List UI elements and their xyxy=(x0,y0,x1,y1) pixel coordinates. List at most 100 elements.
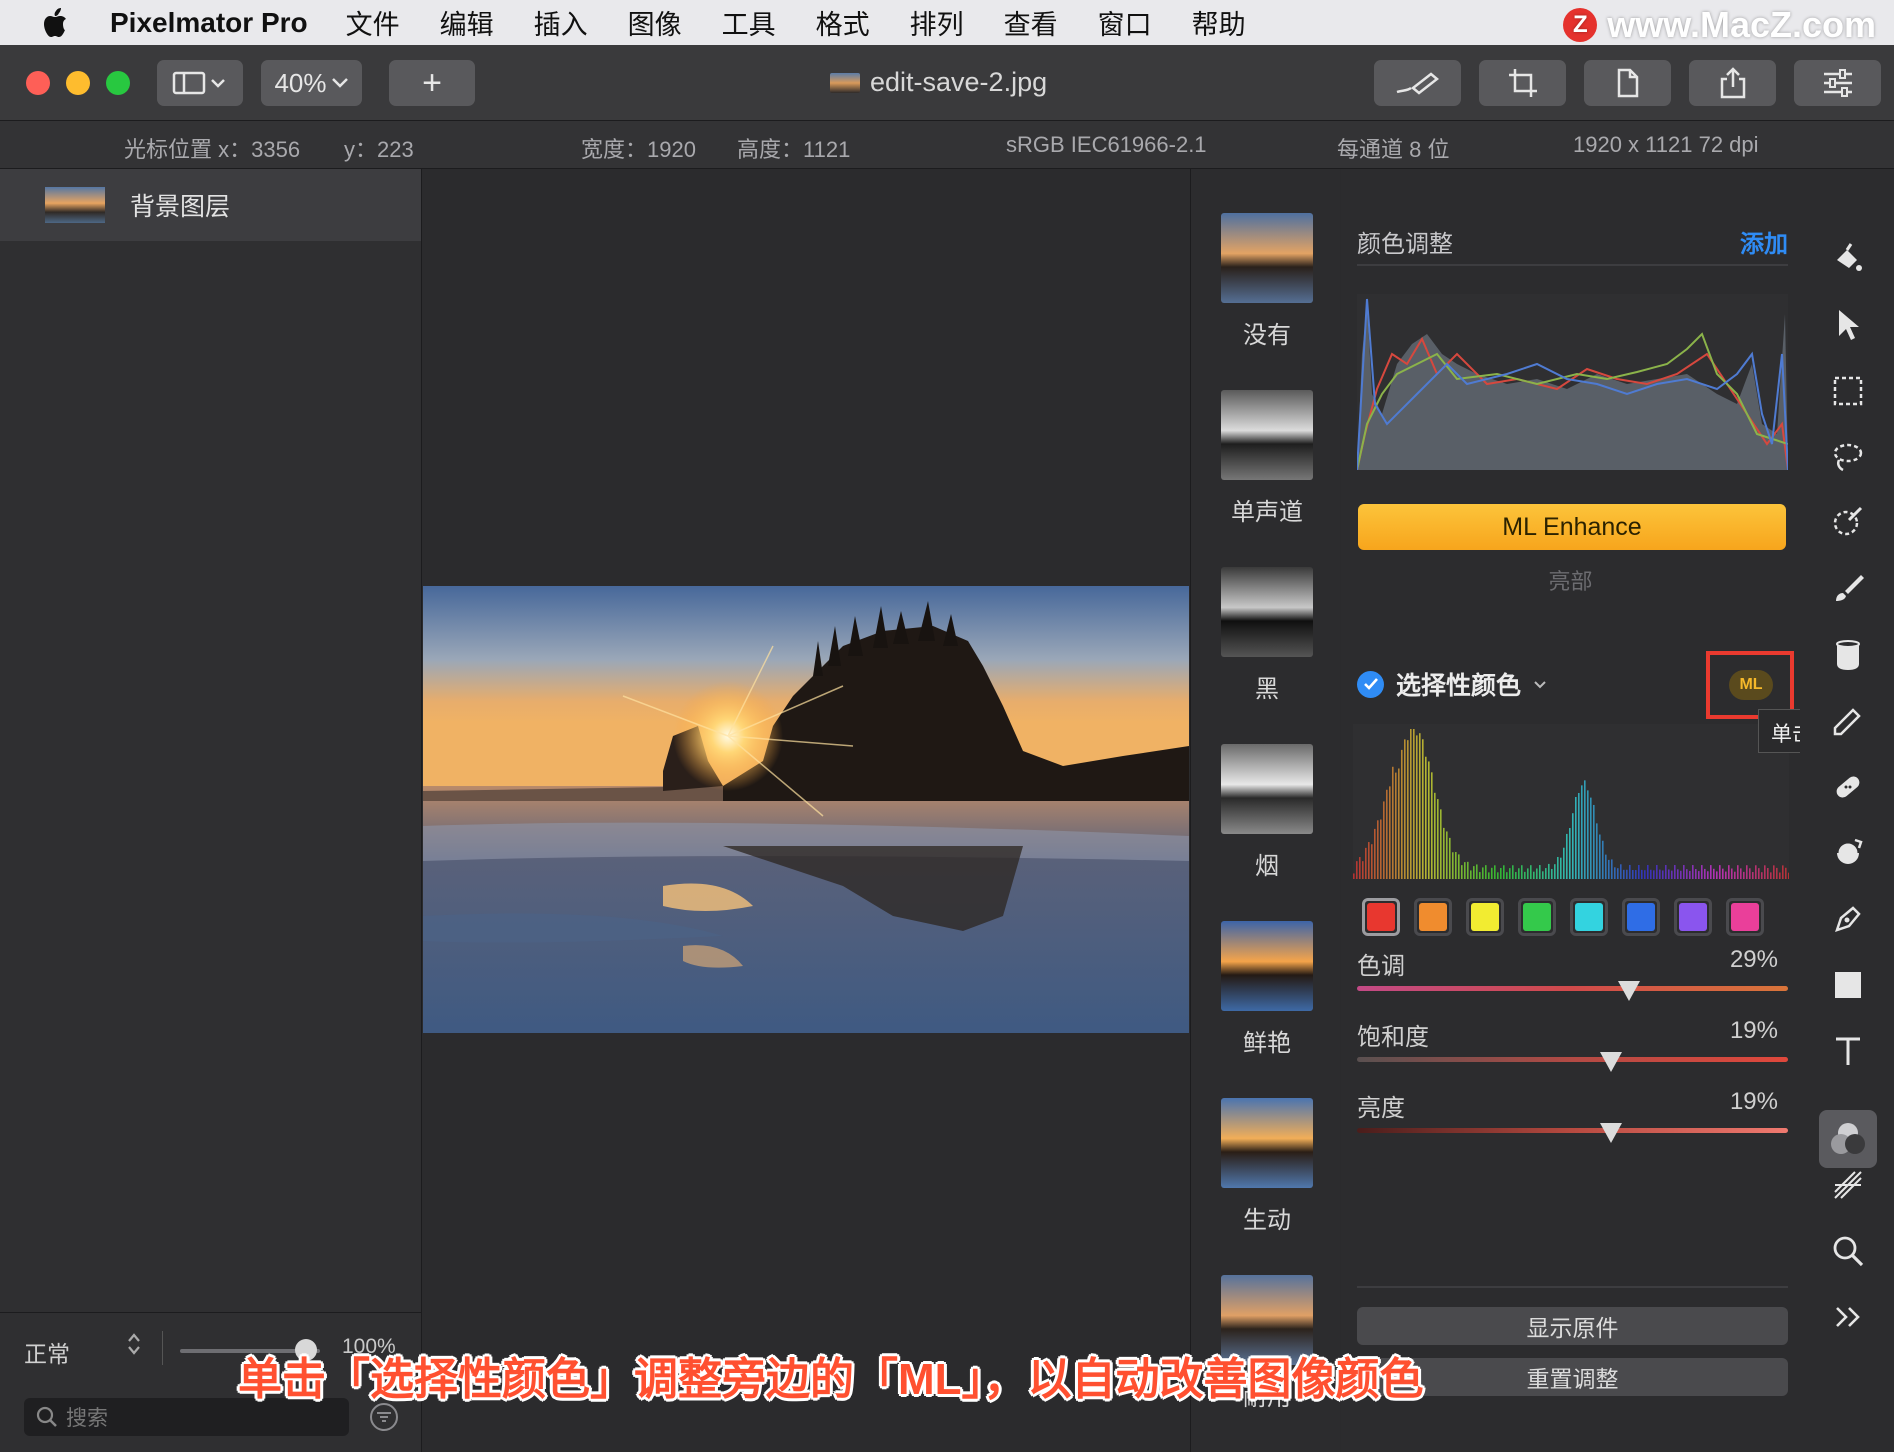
histogram-bar xyxy=(1527,868,1529,879)
ml-enhance-button[interactable]: ML Enhance xyxy=(1358,504,1786,550)
preset-lively[interactable]: 生动 xyxy=(1221,1098,1313,1235)
bit-depth: 每通道 8 位 xyxy=(1337,137,1450,162)
brightness-slider-knob[interactable] xyxy=(1600,1123,1623,1143)
histogram-bar xyxy=(1437,799,1439,879)
add-button[interactable]: + xyxy=(389,60,475,106)
minimize-window-button[interactable] xyxy=(66,71,90,95)
histogram-bar xyxy=(1656,865,1658,879)
histogram-bar xyxy=(1698,871,1700,879)
menu-image[interactable]: 图像 xyxy=(628,3,682,42)
histogram-bar xyxy=(1740,868,1742,879)
color-swatch[interactable] xyxy=(1466,898,1504,936)
histogram-bar xyxy=(1554,864,1556,879)
histogram-bar xyxy=(1353,873,1355,879)
brightness-slider[interactable] xyxy=(1357,1128,1788,1133)
show-original-button[interactable]: 显示原件 xyxy=(1357,1307,1788,1345)
histogram-bar xyxy=(1440,809,1442,879)
menu-arrange[interactable]: 排列 xyxy=(910,3,964,42)
checkmark-icon[interactable] xyxy=(1357,670,1384,698)
saturation-slider-knob[interactable] xyxy=(1600,1052,1623,1072)
histogram-bar xyxy=(1548,863,1550,879)
histogram-bar xyxy=(1470,870,1472,879)
crop-button[interactable] xyxy=(1479,60,1566,106)
preset-smoke[interactable]: 烟 xyxy=(1221,744,1313,881)
image-canvas[interactable] xyxy=(423,169,1189,1452)
tools-panel-button[interactable] xyxy=(1794,60,1881,106)
color-swatch[interactable] xyxy=(1414,898,1452,936)
color-swatch[interactable] xyxy=(1622,898,1660,936)
lasso-icon[interactable] xyxy=(1822,431,1874,483)
effects-icon[interactable] xyxy=(1822,1159,1874,1211)
distort-icon[interactable] xyxy=(1822,827,1874,879)
color-swatch[interactable] xyxy=(1674,898,1712,936)
app-name-menu[interactable]: Pixelmator Pro xyxy=(110,7,308,39)
preset-black[interactable]: 黑 xyxy=(1221,567,1313,704)
preset-mono[interactable]: 单声道 xyxy=(1221,390,1313,527)
histogram-bar xyxy=(1710,865,1712,879)
menu-edit[interactable]: 编辑 xyxy=(440,3,494,42)
swatch-fill xyxy=(1731,903,1759,931)
more-icon[interactable] xyxy=(1822,1291,1874,1343)
close-window-button[interactable] xyxy=(26,71,50,95)
ml-auto-button[interactable]: ML xyxy=(1729,670,1773,700)
histogram-bar xyxy=(1443,827,1445,879)
preset-none[interactable]: 没有 xyxy=(1221,213,1313,350)
zoom-icon[interactable] xyxy=(1822,1225,1874,1277)
apple-icon[interactable] xyxy=(0,7,110,38)
zoom-dropdown[interactable]: 40% xyxy=(261,60,362,106)
brush-icon[interactable] xyxy=(1822,563,1874,615)
menu-help[interactable]: 帮助 xyxy=(1192,3,1246,42)
up-down-chevron-icon[interactable] xyxy=(126,1331,142,1364)
rect-select-icon[interactable] xyxy=(1822,365,1874,417)
chevron-down-icon xyxy=(331,78,348,88)
color-swatch[interactable] xyxy=(1518,898,1556,936)
menu-window[interactable]: 窗口 xyxy=(1098,3,1152,42)
histogram-bar xyxy=(1389,786,1391,879)
histogram-bar xyxy=(1581,785,1583,879)
histogram-bar xyxy=(1392,766,1394,879)
paint-bucket-icon[interactable] xyxy=(1822,233,1874,285)
histogram-bar xyxy=(1569,828,1571,879)
retouch-icon[interactable] xyxy=(1822,695,1874,747)
shape-icon[interactable] xyxy=(1822,959,1874,1011)
histogram-bar xyxy=(1410,729,1412,879)
add-adjustment-button[interactable]: 添加 xyxy=(1740,224,1788,259)
histogram-bar xyxy=(1377,820,1379,879)
menu-tools[interactable]: 工具 xyxy=(722,3,776,42)
swatch-fill xyxy=(1627,903,1655,931)
color-swatch[interactable] xyxy=(1362,898,1400,936)
hue-slider-knob[interactable] xyxy=(1617,981,1640,1001)
hue-slider[interactable] xyxy=(1357,986,1788,991)
pen-icon[interactable] xyxy=(1822,893,1874,945)
color-swatch[interactable] xyxy=(1570,898,1608,936)
blend-mode-select[interactable]: 正常 xyxy=(24,1335,70,1369)
fill-icon[interactable] xyxy=(1822,629,1874,681)
hue-value: 29% xyxy=(1729,946,1778,973)
menu-insert[interactable]: 插入 xyxy=(534,3,588,42)
color-swatch[interactable] xyxy=(1726,898,1764,936)
zoom-window-button[interactable] xyxy=(106,71,130,95)
histogram-bar xyxy=(1659,869,1661,879)
menu-file[interactable]: 文件 xyxy=(346,3,400,42)
histogram-bar xyxy=(1455,852,1457,879)
color-swatches xyxy=(1362,898,1764,936)
selective-color-title[interactable]: 选择性颜色 xyxy=(1396,666,1521,702)
histogram-bar xyxy=(1386,789,1388,879)
preset-vivid[interactable]: 鲜艳 xyxy=(1221,921,1313,1058)
menu-format[interactable]: 格式 xyxy=(816,3,870,42)
share-button[interactable] xyxy=(1689,60,1776,106)
bandage-icon[interactable] xyxy=(1822,761,1874,813)
menu-view[interactable]: 查看 xyxy=(1004,3,1058,42)
magic-wand-icon[interactable] xyxy=(1822,497,1874,549)
selective-color-header[interactable]: 选择性颜色 xyxy=(1357,664,1547,704)
filter-icon[interactable] xyxy=(370,1403,398,1431)
text-icon[interactable] xyxy=(1822,1025,1874,1077)
format-button[interactable] xyxy=(1584,60,1671,106)
brush-picker-button[interactable] xyxy=(1374,60,1461,106)
sidebar-toggle-button[interactable] xyxy=(157,60,243,106)
saturation-slider[interactable] xyxy=(1357,1057,1788,1062)
photo[interactable] xyxy=(423,586,1189,1033)
chevron-down-icon[interactable] xyxy=(1533,674,1547,695)
arrow-icon[interactable] xyxy=(1822,299,1874,351)
layer-row[interactable]: 背景图层 xyxy=(0,169,421,241)
